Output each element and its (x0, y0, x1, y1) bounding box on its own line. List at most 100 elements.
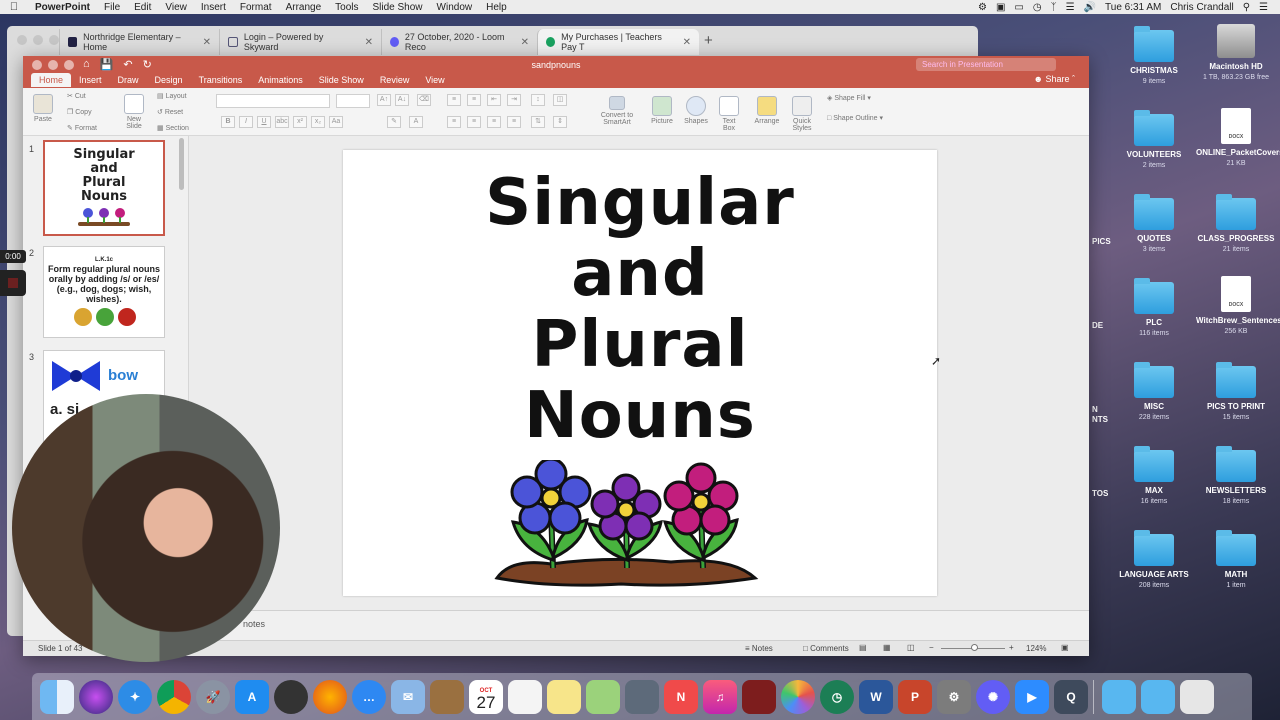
slide-sorter-icon[interactable]: ▦ (883, 643, 891, 652)
safari-icon[interactable]: ✦ (118, 679, 152, 714)
desktop-folder[interactable]: MAX 16 items (1114, 446, 1194, 507)
bluetooth-icon[interactable]: ᛉ (1051, 2, 1057, 13)
word-icon[interactable]: W (859, 679, 893, 714)
close-icon[interactable] (17, 35, 27, 45)
browser-tab-teachers-pay[interactable]: My Purchases | Teachers Pay T ✕ (537, 29, 699, 55)
zoom-icon[interactable] (49, 35, 59, 45)
align-left-icon[interactable]: ≡ (447, 116, 461, 128)
menu-help[interactable]: Help (479, 2, 514, 13)
apple-icon[interactable]:  (0, 1, 28, 13)
normal-view-icon[interactable]: ▤ (859, 643, 867, 652)
menu-format[interactable]: Format (233, 2, 279, 13)
fit-to-window-icon[interactable]: ▣ (1061, 643, 1069, 652)
desktop-folder[interactable]: NEWSLETTERS 18 items (1196, 446, 1276, 507)
maps-icon[interactable] (586, 679, 620, 714)
text-direction-icon[interactable]: ⇅ (531, 116, 545, 128)
airplay-icon[interactable]: ▭ (1014, 2, 1023, 13)
convert-smartart-button[interactable]: Convert to SmartArt (595, 96, 639, 126)
text-case-button[interactable]: Aa (329, 116, 343, 128)
menu-view[interactable]: View (158, 2, 194, 13)
desktop-folder[interactable]: VOLUNTEERS 2 items (1114, 110, 1194, 171)
layout-button[interactable]: ▤ Layout (157, 92, 187, 100)
arrange-button[interactable]: Arrange (751, 96, 783, 125)
align-text-icon[interactable]: ⇕ (553, 116, 567, 128)
calendar-icon[interactable]: OCT 27 (469, 679, 503, 714)
dashboard-icon[interactable] (274, 679, 308, 714)
indent-icon[interactable]: ⇥ (507, 94, 521, 106)
siri-icon[interactable] (79, 679, 113, 714)
quick-styles-button[interactable]: Quick Styles (787, 96, 817, 132)
zoom-level[interactable]: 124% (1026, 644, 1046, 653)
news-icon[interactable]: N (664, 679, 698, 714)
contacts-icon[interactable] (430, 679, 464, 714)
photos-icon[interactable] (781, 679, 815, 714)
trash-icon[interactable] (1180, 679, 1214, 714)
share-button[interactable]: ☻ Share ˆ (1033, 74, 1075, 84)
text-box-button[interactable]: Text Box (717, 96, 741, 132)
zoom-slider-thumb[interactable] (971, 644, 978, 651)
slide-thumbnail-2[interactable]: L.K.1c Form regular plural nouns orally … (43, 246, 165, 338)
quicktime-icon[interactable]: Q (1054, 679, 1088, 714)
section-button[interactable]: ▦ Section (157, 124, 189, 132)
outdent-icon[interactable]: ⇤ (487, 94, 501, 106)
desktop-partial-label[interactable]: PICS (1092, 237, 1111, 246)
reset-button[interactable]: ↺ Reset (157, 108, 183, 116)
minimize-icon[interactable] (33, 35, 43, 45)
reminders-icon[interactable] (508, 679, 542, 714)
numbering-icon[interactable]: ≡ (467, 94, 481, 106)
image-capture-icon[interactable] (625, 679, 659, 714)
tab-view[interactable]: View (417, 73, 452, 87)
tab-animations[interactable]: Animations (250, 73, 311, 87)
slide-thumbnail-1[interactable]: Singular and Plural Nouns (43, 140, 165, 236)
shape-outline-button[interactable]: □ Shape Outline ▾ (827, 114, 883, 122)
desktop-drive[interactable]: Macintosh HD 1 TB, 863.23 GB free (1196, 24, 1276, 83)
justify-icon[interactable]: ≡ (507, 116, 521, 128)
desktop-partial-label[interactable]: TOS (1092, 489, 1108, 498)
superscript-button[interactable]: x² (293, 116, 307, 128)
tab-draw[interactable]: Draw (110, 73, 147, 87)
picture-button[interactable]: Picture (649, 96, 675, 125)
gear-status-icon[interactable]: ⚙ (978, 2, 987, 13)
desktop-document[interactable]: DOCX WitchBrew_Sentences 256 KB (1196, 276, 1280, 337)
copy-button[interactable]: ❐ Copy (67, 108, 92, 116)
new-tab-icon[interactable]: + (704, 32, 713, 49)
finder-icon[interactable] (40, 679, 74, 714)
menu-arrange[interactable]: Arrange (279, 2, 329, 13)
display-status-icon[interactable]: ▣ (996, 2, 1005, 13)
user-name[interactable]: Chris Crandall (1170, 2, 1233, 13)
slide-title[interactable]: Singular and Plural Nouns (343, 168, 937, 452)
notes-app-icon[interactable] (547, 679, 581, 714)
tab-insert[interactable]: Insert (71, 73, 110, 87)
desktop-folder[interactable]: LANGUAGE ARTS 208 items (1114, 530, 1194, 591)
search-icon[interactable]: ⚲ (1243, 2, 1250, 13)
clear-format-button[interactable]: ⌫ (417, 94, 431, 106)
zoom-out-icon[interactable]: − (929, 643, 934, 652)
desktop-folder[interactable]: PICS TO PRINT 15 items (1196, 362, 1276, 423)
stop-recording-button[interactable] (0, 270, 26, 296)
format-painter-button[interactable]: ✎ Format (67, 124, 97, 132)
browser-tab-skyward[interactable]: Login – Powered by Skyward ✕ (219, 29, 381, 55)
tab-slide-show[interactable]: Slide Show (311, 73, 372, 87)
thumbnails-scrollbar[interactable] (179, 138, 184, 190)
slide-canvas[interactable]: Singular and Plural Nouns (343, 150, 937, 596)
reading-view-icon[interactable]: ◫ (907, 643, 915, 652)
time-machine-app-icon[interactable]: ◷ (820, 679, 854, 714)
search-input[interactable]: Search in Presentation (916, 58, 1056, 71)
increase-font-button[interactable]: A↑ (377, 94, 391, 106)
webcam-bubble[interactable] (12, 394, 280, 662)
menu-slide-show[interactable]: Slide Show (366, 2, 430, 13)
paste-button[interactable]: Paste (29, 94, 57, 123)
line-spacing-icon[interactable]: ↕ (531, 94, 545, 106)
desktop-folder[interactable]: QUOTES 3 items (1114, 194, 1194, 255)
firefox-icon[interactable] (313, 679, 347, 714)
menu-file[interactable]: File (97, 2, 127, 13)
desktop-folder[interactable]: PLC 116 items (1114, 278, 1194, 339)
columns-icon[interactable]: ◫ (553, 94, 567, 106)
desktop-folder[interactable]: MATH 1 item (1196, 530, 1276, 591)
volume-icon[interactable]: 🔊 (1084, 2, 1096, 13)
loom-icon[interactable]: ✺ (976, 679, 1010, 714)
highlight-icon[interactable]: ✎ (387, 116, 401, 128)
italic-button[interactable]: I (239, 116, 253, 128)
decrease-font-button[interactable]: A↓ (395, 94, 409, 106)
close-tab-icon[interactable]: ✕ (203, 37, 211, 48)
